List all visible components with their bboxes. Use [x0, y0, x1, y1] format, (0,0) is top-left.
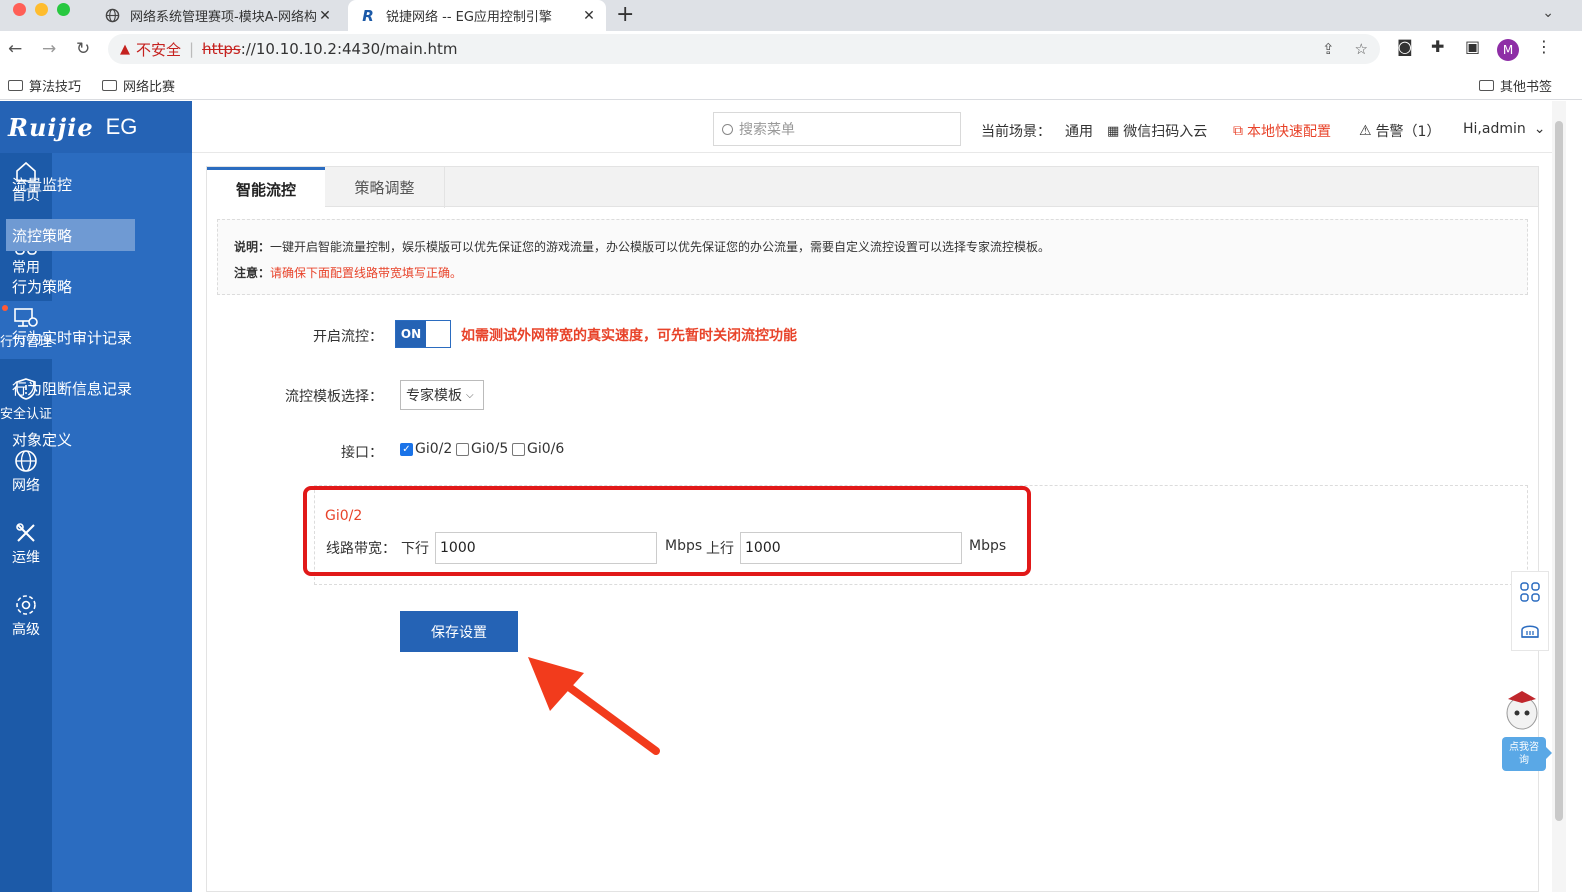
bookmark-folder[interactable]: 网络比赛 [102, 76, 175, 95]
checkbox-unchecked[interactable] [456, 442, 469, 456]
warning-icon: ▲ [120, 41, 130, 57]
tools-icon [16, 523, 35, 542]
url-text: ://10.10.10.2:4430/main.htm [240, 40, 458, 58]
quick-config-link[interactable]: ⧉ 本地快速配置 [1233, 121, 1331, 141]
folder-icon [102, 80, 117, 91]
menu-search-input[interactable]: 搜索菜单 [713, 112, 961, 146]
browser-tab-inactive[interactable]: 网络系统管理赛项-模块A-网络构 ✕ [92, 0, 342, 31]
enable-flow-label: 开启流控： [313, 329, 383, 345]
tab-title: 网络系统管理赛项-模块A-网络构 [130, 10, 316, 25]
bookmark-folder[interactable]: 算法技巧 [8, 76, 81, 95]
checkbox-unchecked[interactable] [512, 442, 525, 456]
tab-title: 锐捷网络 -- EG应用控制引擎 [386, 10, 552, 25]
quick-config-icon: ⧉ [1233, 123, 1243, 139]
consult-bot[interactable]: 点我咨询 [1500, 687, 1552, 773]
annotation-arrow-icon [528, 657, 660, 755]
subnav-traffic-monitor[interactable]: 流量监控 [6, 168, 135, 200]
apps-grid-icon[interactable] [1520, 581, 1540, 602]
interface-checkbox-gi0-5[interactable]: Gi0/5 [456, 441, 508, 457]
close-window-button[interactable] [13, 3, 26, 16]
service-icon[interactable] [1520, 621, 1540, 641]
search-icon [722, 123, 733, 135]
ruijie-logo: Ruijie [8, 112, 94, 142]
new-tab-button[interactable]: + [616, 2, 634, 27]
nav-advanced[interactable]: 高级 [0, 593, 52, 643]
extension-icon[interactable]: ◙ [1397, 37, 1413, 56]
tab-smart-flow-control[interactable]: 智能流控 [207, 167, 325, 208]
chevron-down-icon: ⌄ [1533, 121, 1546, 137]
globe-icon [104, 8, 120, 24]
minimize-window-button[interactable] [35, 3, 48, 16]
nav-operations[interactable]: 运维 [0, 521, 52, 571]
browser-tab-active[interactable]: R 锐捷网络 -- EG应用控制引擎 ✕ [348, 0, 606, 31]
checkbox-checked[interactable]: ✓ [400, 442, 413, 456]
other-bookmarks[interactable]: 其他书签 [1479, 76, 1552, 95]
subnav-block-records[interactable]: 行为阻断信息记录 [6, 372, 135, 404]
user-menu[interactable]: Hi,admin ⌄ [1463, 121, 1545, 137]
subnav-behavior-policy[interactable]: 行为策略 [6, 270, 135, 302]
template-select[interactable]: 专家模板 ⌵ [400, 380, 484, 410]
chevron-down-icon: ⌵ [466, 389, 474, 401]
active-indicator [2, 305, 8, 311]
scene-value[interactable]: 通用 [1065, 121, 1093, 141]
ruijie-favicon-icon: R [362, 6, 374, 25]
wechat-cloud-link[interactable]: ▦ 微信扫码入云 [1107, 121, 1207, 141]
tab-search-chevron-icon[interactable]: ⌄ [1542, 5, 1554, 21]
flow-control-toggle[interactable]: ON [395, 320, 451, 348]
subnav-flow-control-policy[interactable]: 流控策略 [6, 219, 135, 251]
address-bar[interactable]: ▲ 不安全 | https ://10.10.10.2:4430/main.ht… [108, 34, 1380, 64]
bookmark-star-icon[interactable]: ☆ [1355, 40, 1368, 58]
top-header: 搜索菜单 当前场景： 通用 ▦ 微信扫码入云 ⧉ 本地快速配置 ⚠ 告警（1） … [192, 101, 1552, 153]
back-button[interactable]: ← [8, 39, 22, 59]
close-tab-icon[interactable]: ✕ [316, 8, 334, 24]
interface-checkbox-gi0-2[interactable]: ✓ Gi0/2 [400, 441, 452, 457]
interface-checkbox-gi0-6[interactable]: Gi0/6 [512, 441, 564, 457]
scene-label: 当前场景： [981, 124, 1051, 140]
alert-triangle-icon: ⚠ [1359, 123, 1372, 139]
scrollbar-thumb[interactable] [1555, 121, 1563, 821]
toggle-hint: 如需测试外网带宽的真实速度，可先暂时关闭流控功能 [461, 328, 797, 344]
consult-label: 点我咨询 [1509, 742, 1539, 766]
page-tabs: 智能流控 策略调整 [207, 167, 1538, 208]
nav-network[interactable]: 网络 [0, 449, 52, 499]
more-menu-icon[interactable]: ⋮ [1536, 37, 1552, 56]
annotation-highlight-box [303, 486, 1031, 576]
gear-icon [16, 595, 36, 615]
template-label: 流控模板选择： [285, 389, 383, 405]
url-scheme: https [202, 40, 241, 58]
share-icon[interactable]: ⇪ [1322, 40, 1335, 58]
folder-icon [8, 80, 23, 91]
subnav-realtime-audit[interactable]: 行为实时审计记录 [6, 321, 135, 353]
reload-button[interactable]: ↻ [76, 39, 90, 59]
browser-toolbar: ← → ↻ ▲ 不安全 | https ://10.10.10.2:4430/m… [0, 31, 1582, 68]
folder-icon [1479, 80, 1494, 91]
main-content: 智能流控 策略调整 说明：一键开启智能流量控制，娱乐模版可以优先保证您的游戏流量… [206, 166, 1539, 892]
browser-tab-bar: 网络系统管理赛项-模块A-网络构 ✕ R 锐捷网络 -- EG应用控制引擎 ✕ … [0, 0, 1582, 31]
sub-nav [52, 153, 192, 892]
close-tab-icon[interactable]: ✕ [580, 8, 598, 24]
floating-toolbar [1511, 571, 1549, 651]
puzzle-icon[interactable]: ✚ [1431, 37, 1444, 56]
interface-label: 接口： [341, 445, 383, 461]
save-settings-button[interactable]: 保存设置 [400, 611, 518, 652]
app-root: Ruijie EG 首页 常用 行为管理 安全认证 网络 运维 高级 流量监控 … [0, 101, 1582, 892]
tab-policy-adjust[interactable]: 策略调整 [325, 167, 445, 208]
subnav-object-definition[interactable]: 对象定义 [6, 423, 135, 455]
brand-logo[interactable]: Ruijie EG [0, 101, 192, 153]
sidepanel-icon[interactable]: ▣ [1465, 37, 1480, 56]
info-note: 说明：一键开启智能流量控制，娱乐模版可以优先保证您的游戏流量，办公模版可以优先保… [217, 219, 1528, 295]
alerts-link[interactable]: ⚠ 告警（1） [1359, 121, 1440, 141]
profile-avatar[interactable]: M [1497, 39, 1519, 61]
product-name: EG [105, 114, 138, 139]
bookmarks-bar: 算法技巧 网络比赛 其他书签 [0, 68, 1582, 100]
qrcode-icon: ▦ [1107, 123, 1120, 139]
security-label: 不安全 [136, 40, 182, 59]
forward-button[interactable]: → [42, 39, 56, 59]
maximize-window-button[interactable] [57, 3, 70, 16]
